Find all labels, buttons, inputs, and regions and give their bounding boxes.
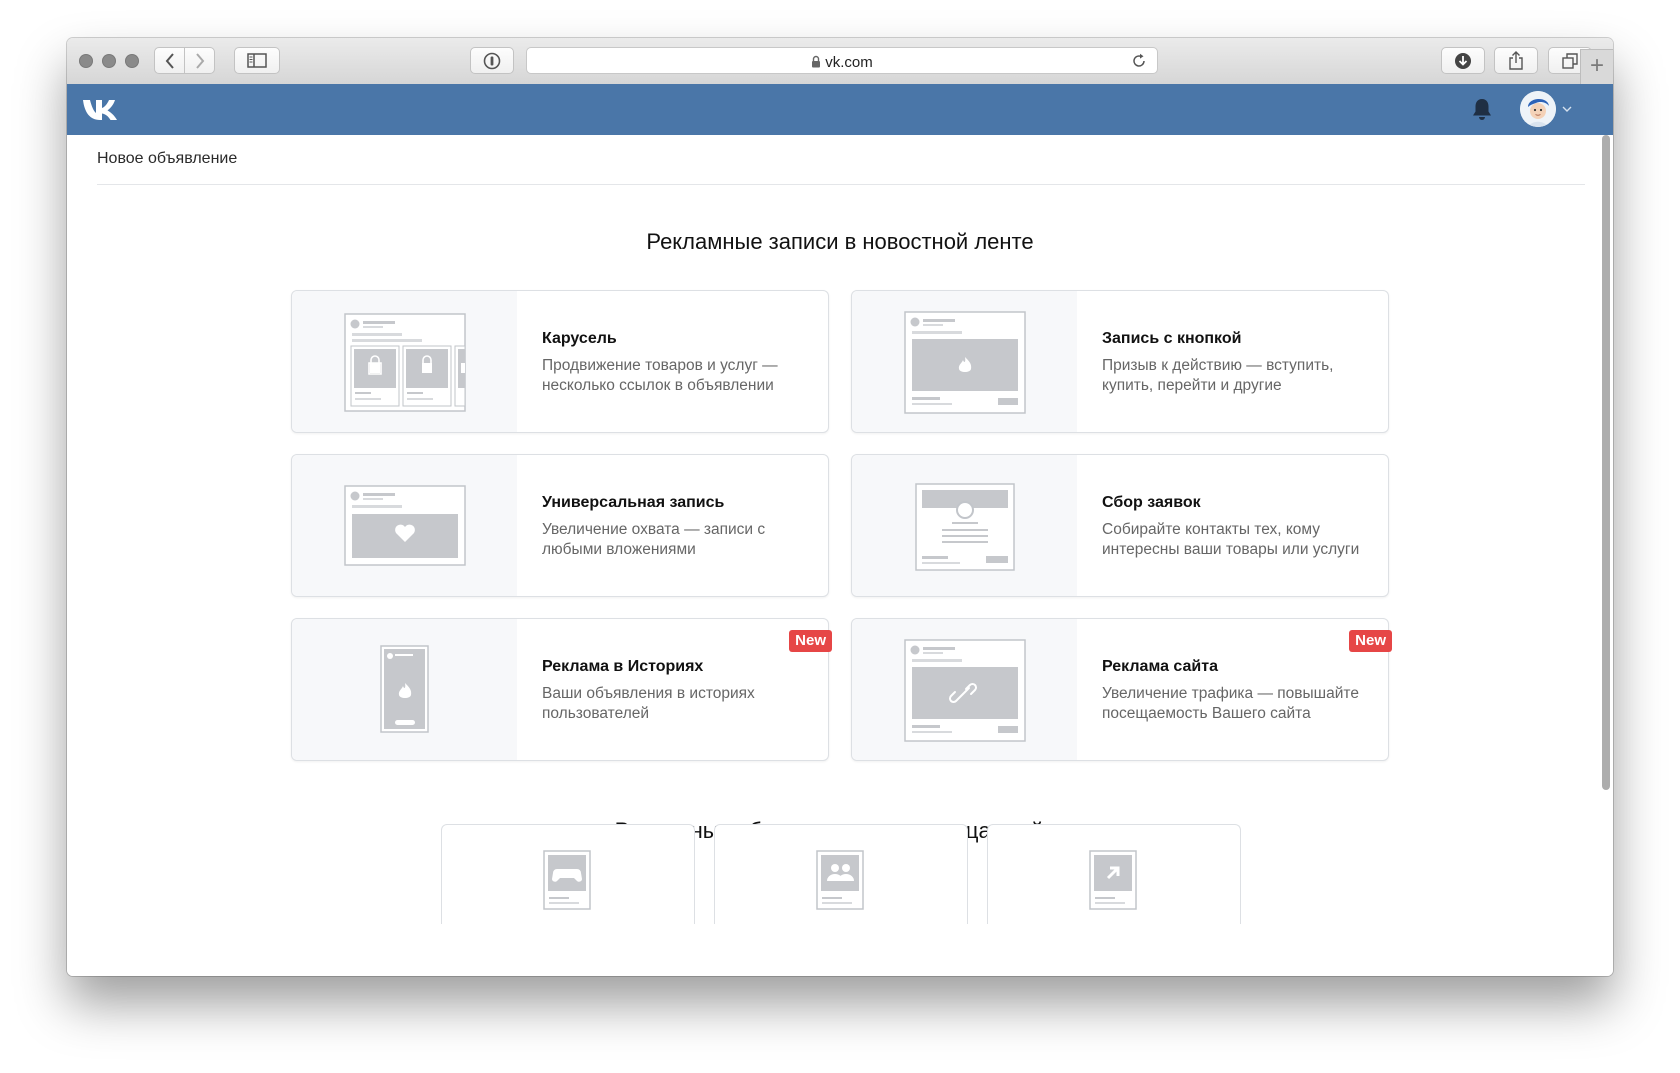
lead-form-illustration xyxy=(852,455,1077,596)
breadcrumb-divider xyxy=(97,184,1585,185)
card-description: Ваши объявления в историях пользователей xyxy=(542,685,755,722)
zoom-window-button[interactable] xyxy=(125,54,139,68)
ad-card-button-post[interactable]: Запись с кнопкой Призыв к действию — вст… xyxy=(851,290,1389,433)
chevron-down-icon[interactable] xyxy=(1562,106,1572,112)
sidebar-toggle-button[interactable] xyxy=(234,47,280,74)
downloads-button[interactable] xyxy=(1441,47,1485,74)
breadcrumb: Новое объявление xyxy=(97,150,238,167)
avatar[interactable] xyxy=(1520,91,1556,127)
ad-card-apps[interactable] xyxy=(441,824,695,924)
new-badge: New xyxy=(1349,630,1392,652)
card-title: Реклама сайта xyxy=(1102,658,1218,675)
notification-bell-icon[interactable] xyxy=(1471,97,1493,121)
page-scrollbar[interactable] xyxy=(1602,135,1610,790)
chevron-left-icon xyxy=(165,52,174,69)
browser-window: vk.com + Новое объявление Рекламные запи… xyxy=(67,38,1613,976)
card-description: Собирайте контакты тех, кому интересны в… xyxy=(1102,521,1360,558)
vk-header xyxy=(67,84,1613,135)
download-icon xyxy=(1455,52,1471,69)
share-icon xyxy=(1509,51,1523,70)
ad-card-community[interactable] xyxy=(714,824,968,924)
card-description: Увеличение трафика — повышайте посещаемо… xyxy=(1102,685,1359,722)
website-illustration xyxy=(852,619,1077,760)
card-title: Сбор заявок xyxy=(1102,494,1201,511)
card-description: Увеличение охвата — записи с любыми влож… xyxy=(542,521,766,558)
tabs-icon xyxy=(1562,52,1578,69)
lock-icon xyxy=(812,55,821,68)
stories-illustration xyxy=(292,619,517,760)
sidebar-icon xyxy=(247,53,267,68)
card-title: Карусель xyxy=(542,330,617,347)
password-icon xyxy=(483,52,501,69)
universal-post-illustration xyxy=(292,455,517,596)
card-title: Универсальная запись xyxy=(542,494,725,511)
ad-card-external-site[interactable] xyxy=(987,824,1241,924)
gamepad-icon xyxy=(543,850,591,910)
address-bar[interactable]: vk.com xyxy=(526,47,1158,74)
ad-card-universal-post[interactable]: Универсальная запись Увеличение охвата —… xyxy=(291,454,829,597)
ad-card-website[interactable]: Реклама сайта Увеличение трафика — повыш… xyxy=(851,618,1392,761)
card-description: Призыв к действию — вступить, купить, пе… xyxy=(1102,357,1334,394)
chevron-right-icon xyxy=(195,52,204,69)
ad-card-carousel[interactable]: Карусель Продвижение товаров и услуг — н… xyxy=(291,290,829,433)
url-text: vk.com xyxy=(825,54,873,71)
new-tab-button[interactable]: + xyxy=(1580,49,1613,84)
community-icon xyxy=(816,850,864,910)
card-title: Реклама в Историях xyxy=(542,658,704,675)
password-manager-button[interactable] xyxy=(470,47,514,74)
ad-card-stories[interactable]: Реклама в Историях Ваши объявления в ист… xyxy=(291,618,832,761)
share-button[interactable] xyxy=(1494,47,1538,74)
minimize-window-button[interactable] xyxy=(102,54,116,68)
ad-card-lead-form[interactable]: Сбор заявок Собирайте контакты тех, кому… xyxy=(851,454,1389,597)
forward-button[interactable] xyxy=(184,47,215,74)
feed-section-title: Рекламные записи в новостной ленте xyxy=(646,229,1034,254)
back-button[interactable] xyxy=(154,47,185,74)
close-window-button[interactable] xyxy=(79,54,93,68)
vk-logo-icon[interactable] xyxy=(81,96,119,122)
button-post-illustration xyxy=(852,291,1077,432)
external-link-icon xyxy=(1089,850,1137,910)
new-badge: New xyxy=(789,630,832,652)
card-title: Запись с кнопкой xyxy=(1102,330,1242,347)
carousel-illustration xyxy=(292,291,517,432)
user-avatar-icon xyxy=(1520,91,1556,127)
card-description: Продвижение товаров и услуг — несколько … xyxy=(542,357,778,394)
reload-icon[interactable] xyxy=(1131,53,1147,69)
browser-toolbar: vk.com + xyxy=(67,38,1613,85)
